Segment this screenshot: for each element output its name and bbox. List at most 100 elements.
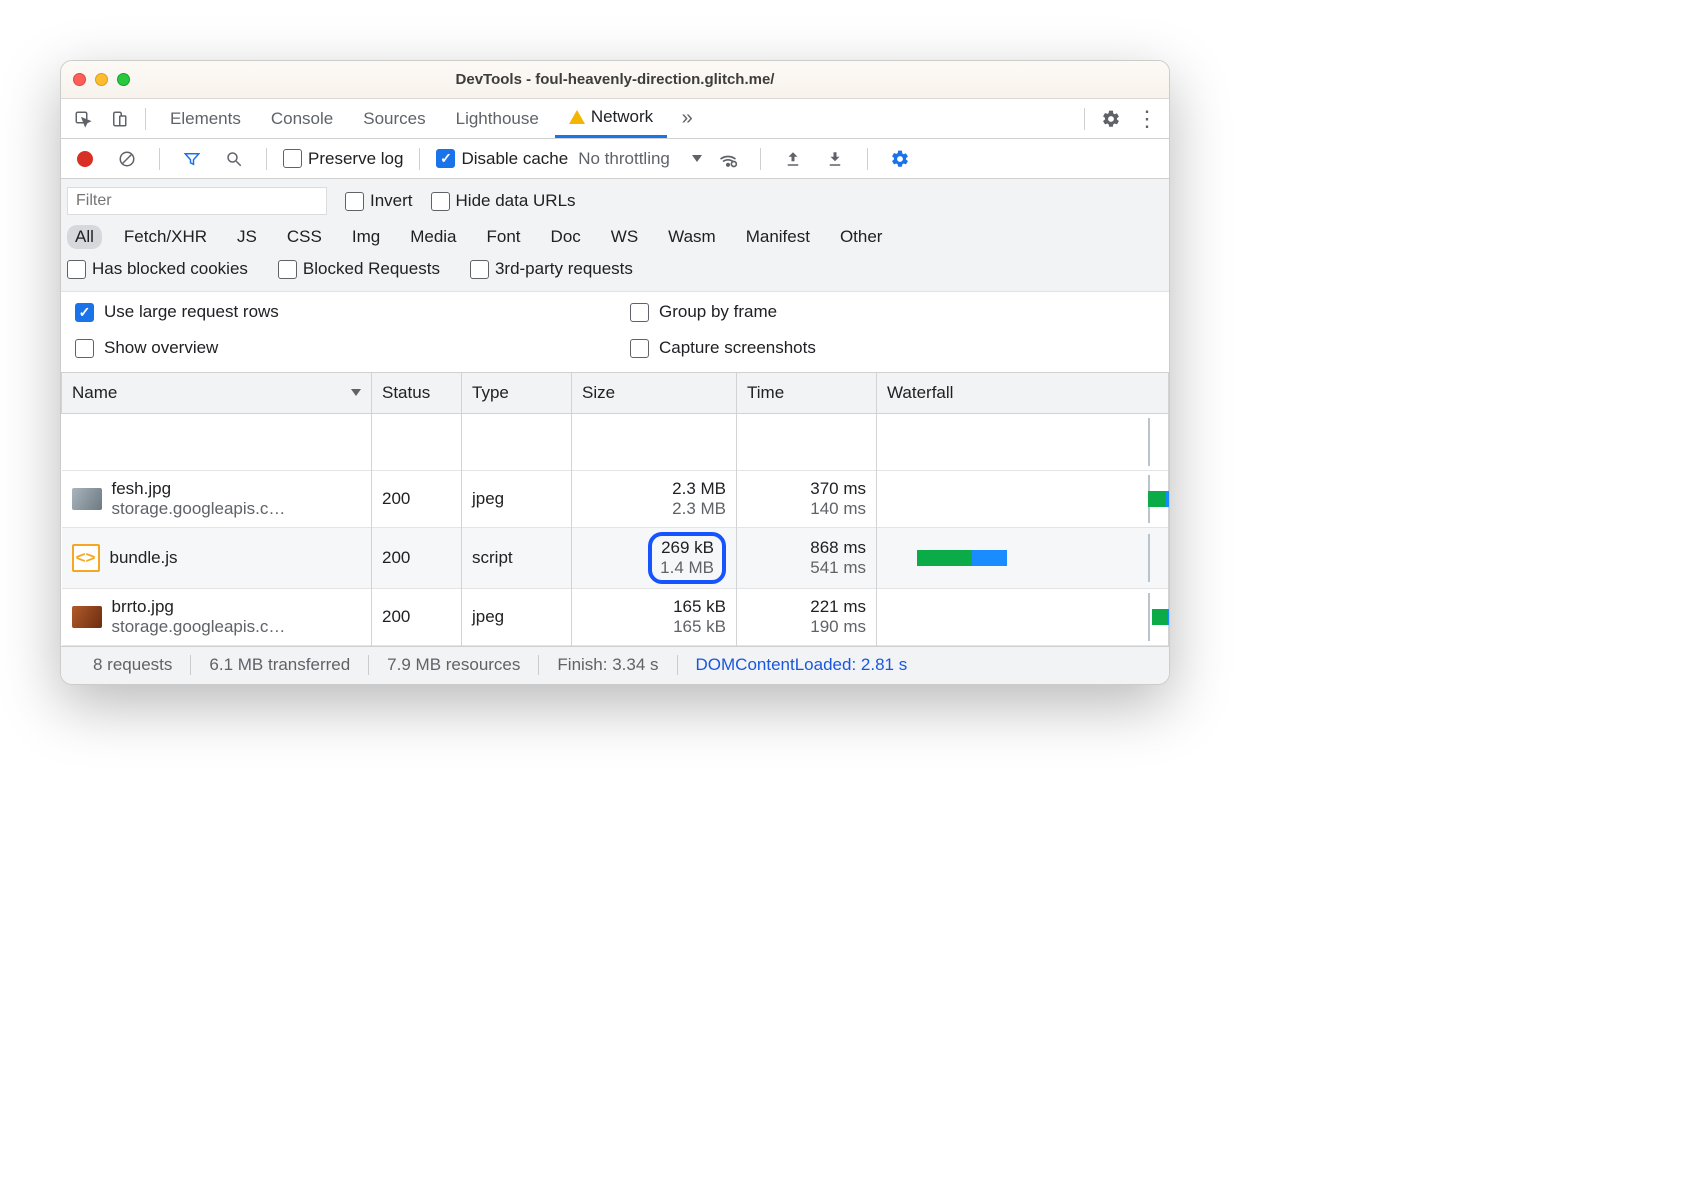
- blocked-requests-checkbox[interactable]: Blocked Requests: [278, 259, 440, 279]
- col-type[interactable]: Type: [462, 373, 572, 413]
- divider: [419, 148, 420, 170]
- table-row[interactable]: <> bundle.js 200 script 269 kB 1.4 MB: [62, 527, 1169, 588]
- download-icon[interactable]: [819, 143, 851, 175]
- device-toggle-icon[interactable]: [103, 103, 135, 135]
- table-row[interactable]: [62, 413, 1169, 470]
- status-transferred: 6.1 MB transferred: [191, 655, 369, 675]
- type-manifest[interactable]: Manifest: [738, 225, 818, 249]
- inspect-icon[interactable]: [67, 103, 99, 135]
- invert-checkbox[interactable]: Invert: [345, 191, 413, 211]
- hide-data-urls-checkbox[interactable]: Hide data URLs: [431, 191, 576, 211]
- type-media[interactable]: Media: [402, 225, 464, 249]
- waterfall-cell: [887, 534, 1158, 582]
- type-ws[interactable]: WS: [603, 225, 646, 249]
- hide-data-urls-label: Hide data URLs: [456, 191, 576, 211]
- row-name: bundle.js: [110, 548, 178, 568]
- window-title: DevTools - foul-heavenly-direction.glitc…: [61, 71, 1169, 88]
- col-size[interactable]: Size: [572, 373, 737, 413]
- search-icon[interactable]: [218, 143, 250, 175]
- blocked-cookies-checkbox[interactable]: Has blocked cookies: [67, 259, 248, 279]
- more-tabs-icon[interactable]: »: [671, 103, 703, 135]
- disable-cache-label: Disable cache: [461, 149, 568, 169]
- blocked-requests-label: Blocked Requests: [303, 259, 440, 279]
- row-time-latency: 140 ms: [747, 499, 866, 519]
- row-type: jpeg: [462, 470, 572, 527]
- file-thumb-icon: [72, 606, 102, 628]
- capture-screenshots-checkbox[interactable]: Capture screenshots: [630, 338, 1155, 358]
- checkbox-icon: [67, 260, 86, 279]
- large-rows-checkbox[interactable]: ✓ Use large request rows: [75, 302, 600, 322]
- devtools-window: DevTools - foul-heavenly-direction.glitc…: [60, 60, 1170, 685]
- kebab-menu-icon[interactable]: ⋮: [1131, 103, 1163, 135]
- col-name[interactable]: Name: [62, 373, 372, 413]
- row-time-total: 868 ms: [747, 538, 866, 558]
- clear-button[interactable]: [111, 143, 143, 175]
- filter-icon[interactable]: [176, 143, 208, 175]
- network-toolbar: Preserve log ✓ Disable cache No throttli…: [61, 139, 1169, 179]
- waterfall-cell: [887, 475, 1158, 523]
- capture-screenshots-label: Capture screenshots: [659, 338, 816, 358]
- record-button[interactable]: [69, 143, 101, 175]
- group-by-frame-label: Group by frame: [659, 302, 777, 322]
- type-font[interactable]: Font: [479, 225, 529, 249]
- filter-area: Invert Hide data URLs All Fetch/XHR JS C…: [61, 179, 1169, 292]
- type-other[interactable]: Other: [832, 225, 891, 249]
- type-all[interactable]: All: [67, 225, 102, 249]
- titlebar: DevTools - foul-heavenly-direction.glitc…: [61, 61, 1169, 99]
- status-domcontentloaded: DOMContentLoaded: 2.81 s: [678, 655, 926, 675]
- blocked-cookies-label: Has blocked cookies: [92, 259, 248, 279]
- col-waterfall[interactable]: Waterfall: [877, 373, 1169, 413]
- checkbox-icon: [630, 303, 649, 322]
- waterfall-cell: [887, 593, 1158, 641]
- row-status: 200: [372, 588, 462, 645]
- tab-sources[interactable]: Sources: [349, 99, 439, 138]
- type-doc[interactable]: Doc: [543, 225, 589, 249]
- main-tabs-row: Elements Console Sources Lighthouse Netw…: [61, 99, 1169, 139]
- type-js[interactable]: JS: [229, 225, 265, 249]
- throttling-select[interactable]: No throttling: [578, 149, 702, 169]
- preserve-log-label: Preserve log: [308, 149, 403, 169]
- row-name: brrto.jpg: [112, 597, 286, 617]
- large-rows-label: Use large request rows: [104, 302, 279, 322]
- preserve-log-checkbox[interactable]: Preserve log: [283, 149, 403, 169]
- checkbox-checked-icon: ✓: [436, 149, 455, 168]
- row-time-latency: 541 ms: [747, 558, 866, 578]
- third-party-checkbox[interactable]: 3rd-party requests: [470, 259, 633, 279]
- type-wasm[interactable]: Wasm: [660, 225, 724, 249]
- col-status[interactable]: Status: [372, 373, 462, 413]
- row-domain: storage.googleapis.c…: [112, 499, 286, 519]
- divider: [266, 148, 267, 170]
- group-by-frame-checkbox[interactable]: Group by frame: [630, 302, 1155, 322]
- network-conditions-icon[interactable]: [712, 143, 744, 175]
- divider: [867, 148, 868, 170]
- row-type: script: [462, 527, 572, 588]
- row-type: jpeg: [462, 588, 572, 645]
- type-img[interactable]: Img: [344, 225, 388, 249]
- type-fetchxhr[interactable]: Fetch/XHR: [116, 225, 215, 249]
- checkbox-icon: [630, 339, 649, 358]
- status-resources: 7.9 MB resources: [369, 655, 539, 675]
- table-row[interactable]: fesh.jpg storage.googleapis.c… 200 jpeg …: [62, 470, 1169, 527]
- row-size-resource: 2.3 MB: [582, 499, 726, 519]
- table-row[interactable]: brrto.jpg storage.googleapis.c… 200 jpeg…: [62, 588, 1169, 645]
- size-highlight: 269 kB 1.4 MB: [648, 532, 726, 584]
- requests-table: Name Status Type Size Time Waterfall: [61, 373, 1169, 646]
- tab-list: Elements Console Sources Lighthouse Netw…: [156, 99, 667, 138]
- settings-icon[interactable]: [1095, 103, 1127, 135]
- col-time[interactable]: Time: [737, 373, 877, 413]
- disable-cache-checkbox[interactable]: ✓ Disable cache: [436, 149, 568, 169]
- network-settings-icon[interactable]: [884, 143, 916, 175]
- tab-network[interactable]: Network: [555, 99, 667, 138]
- show-overview-checkbox[interactable]: Show overview: [75, 338, 600, 358]
- checkbox-icon: [431, 192, 450, 211]
- upload-icon[interactable]: [777, 143, 809, 175]
- tab-lighthouse[interactable]: Lighthouse: [442, 99, 553, 138]
- checkbox-icon: [75, 339, 94, 358]
- filter-input[interactable]: [67, 187, 327, 215]
- row-size-transfer: 2.3 MB: [582, 479, 726, 499]
- type-css[interactable]: CSS: [279, 225, 330, 249]
- tab-console[interactable]: Console: [257, 99, 347, 138]
- status-finish: Finish: 3.34 s: [539, 655, 677, 675]
- tab-elements[interactable]: Elements: [156, 99, 255, 138]
- row-size-resource: 165 kB: [582, 617, 726, 637]
